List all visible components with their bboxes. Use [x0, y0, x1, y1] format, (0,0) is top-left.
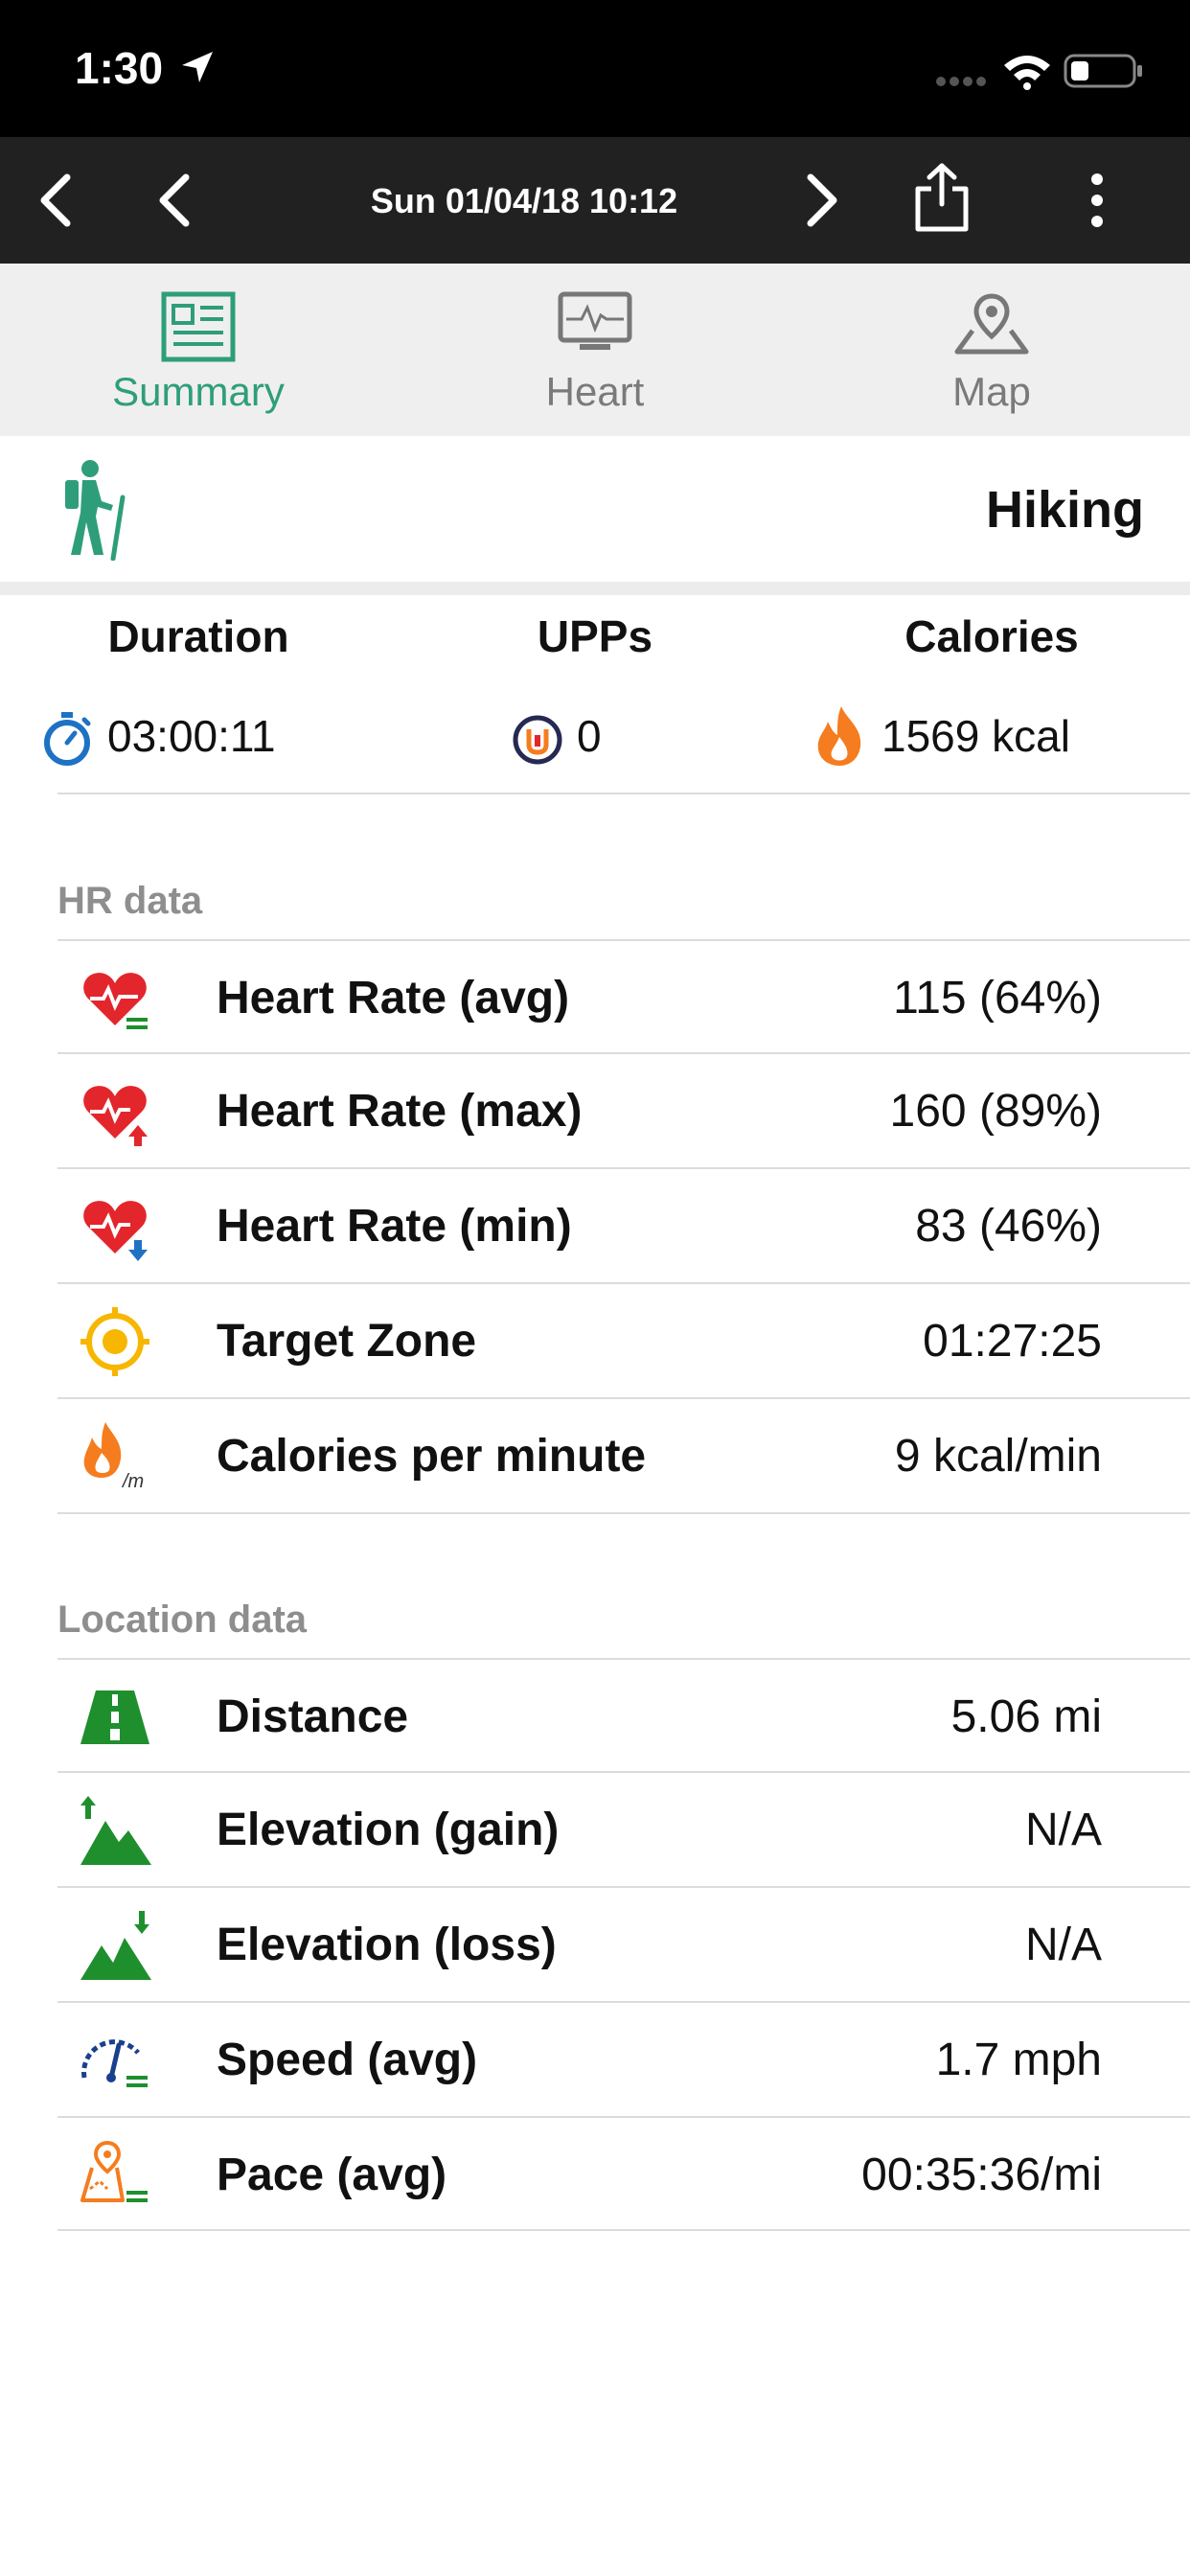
calories-per-minute-icon: /m [83, 1422, 144, 1492]
list-item-heart-rate-avg[interactable]: Heart Rate (avg) 115 (64%) [57, 941, 1190, 1054]
divider [57, 793, 1190, 794]
next-workout-icon[interactable] [803, 172, 841, 229]
summary-duration: Duration 03:00:11 [0, 595, 397, 796]
tab-summary-label: Summary [112, 369, 285, 414]
flame-icon [817, 706, 861, 766]
status-bar: 1:30 [0, 0, 1190, 137]
list-item-calories-per-minute[interactable]: /m Calories per minute 9 kcal/min [57, 1399, 1190, 1512]
target-zone-icon [80, 1307, 149, 1376]
elevation-gain-icon [80, 1796, 151, 1865]
duration-header: Duration [107, 611, 289, 661]
row-value: 1.7 mph [935, 2035, 1102, 2085]
upps-icon [513, 715, 562, 765]
row-value: N/A [1024, 1805, 1102, 1855]
summary-calories: Calories 1569 kcal [793, 595, 1190, 796]
hiker-icon [65, 460, 126, 561]
location-arrow-icon [182, 52, 213, 82]
list-item-heart-rate-max[interactable]: Heart Rate (max) 160 (89%) [57, 1054, 1190, 1167]
speedometer-icon [81, 2039, 148, 2087]
share-icon[interactable] [910, 162, 973, 233]
stopwatch-icon [44, 712, 91, 766]
heart-monitor-icon [558, 291, 632, 350]
tab-heart-label: Heart [545, 369, 645, 414]
divider [57, 2229, 1190, 2231]
summary-icon [161, 291, 236, 362]
row-label: Heart Rate (min) [217, 1201, 572, 1252]
map-icon [954, 293, 1029, 355]
row-label: Heart Rate (avg) [217, 973, 570, 1024]
row-value: 9 kcal/min [894, 1431, 1102, 1482]
row-value: 5.06 mi [950, 1691, 1102, 1742]
calories-header: Calories [904, 611, 1079, 661]
tab-summary[interactable]: Summary [0, 264, 397, 436]
elevation-loss-icon [80, 1911, 151, 1980]
row-value: 01:27:25 [923, 1316, 1102, 1367]
more-vertical-icon[interactable] [1083, 172, 1111, 229]
svg-text:/m: /m [121, 1471, 144, 1492]
list-item-elevation-gain[interactable]: Elevation (gain) N/A [57, 1773, 1190, 1886]
row-label: Pace (avg) [217, 2150, 447, 2200]
tab-bar: Summary Heart Map [0, 264, 1190, 436]
tab-map-label: Map [952, 369, 1031, 414]
pace-map-icon [80, 2140, 148, 2202]
list-item-distance[interactable]: Distance 5.06 mi [57, 1660, 1190, 1773]
list-item-elevation-loss[interactable]: Elevation (loss) N/A [57, 1888, 1190, 2001]
heart-rate-min-icon [83, 1201, 148, 1261]
cellular-signal-icon [936, 77, 986, 86]
list-item-target-zone[interactable]: Target Zone 01:27:25 [57, 1284, 1190, 1397]
row-value: 160 (89%) [889, 1086, 1102, 1137]
battery-icon [1064, 54, 1142, 88]
hr-section-title: HR data [57, 880, 203, 922]
row-value: 83 (46%) [915, 1201, 1102, 1252]
tab-map[interactable]: Map [793, 264, 1190, 436]
row-label: Speed (avg) [217, 2035, 478, 2085]
list-item-pace-avg[interactable]: Pace (avg) 00:35:36/mi [57, 2118, 1190, 2231]
row-label: Distance [217, 1691, 409, 1742]
list-item-speed-avg[interactable]: Speed (avg) 1.7 mph [57, 2003, 1190, 2116]
divider [57, 1512, 1190, 1514]
wifi-icon [1004, 56, 1050, 90]
duration-value: 03:00:11 [107, 711, 276, 761]
activity-name: Hiking [985, 481, 1144, 539]
row-label: Target Zone [217, 1316, 477, 1367]
activity-header: Hiking [0, 436, 1190, 582]
workout-datetime-title: Sun 01/04/18 10:12 [370, 181, 678, 220]
upps-header: UPPs [537, 611, 653, 661]
row-label: Calories per minute [217, 1431, 647, 1482]
calories-value: 1569 kcal [881, 711, 1070, 761]
heart-rate-avg-icon [83, 973, 148, 1029]
row-value: 115 (64%) [893, 973, 1102, 1024]
row-value: 00:35:36/mi [861, 2150, 1102, 2200]
tab-heart[interactable]: Heart [397, 264, 793, 436]
upps-value: 0 [577, 711, 602, 761]
row-label: Heart Rate (max) [217, 1086, 583, 1137]
heart-rate-max-icon [83, 1086, 148, 1146]
divider [0, 582, 1190, 595]
summary-upps: UPPs 0 [397, 595, 793, 796]
list-item-heart-rate-min[interactable]: Heart Rate (min) 83 (46%) [57, 1169, 1190, 1282]
distance-road-icon [80, 1690, 149, 1744]
nav-bar: Sun 01/04/18 10:12 [0, 137, 1190, 264]
row-value: N/A [1024, 1920, 1102, 1970]
row-label: Elevation (loss) [217, 1920, 557, 1970]
status-time: 1:30 [75, 43, 164, 93]
row-label: Elevation (gain) [217, 1805, 560, 1855]
location-section-title: Location data [57, 1598, 308, 1641]
